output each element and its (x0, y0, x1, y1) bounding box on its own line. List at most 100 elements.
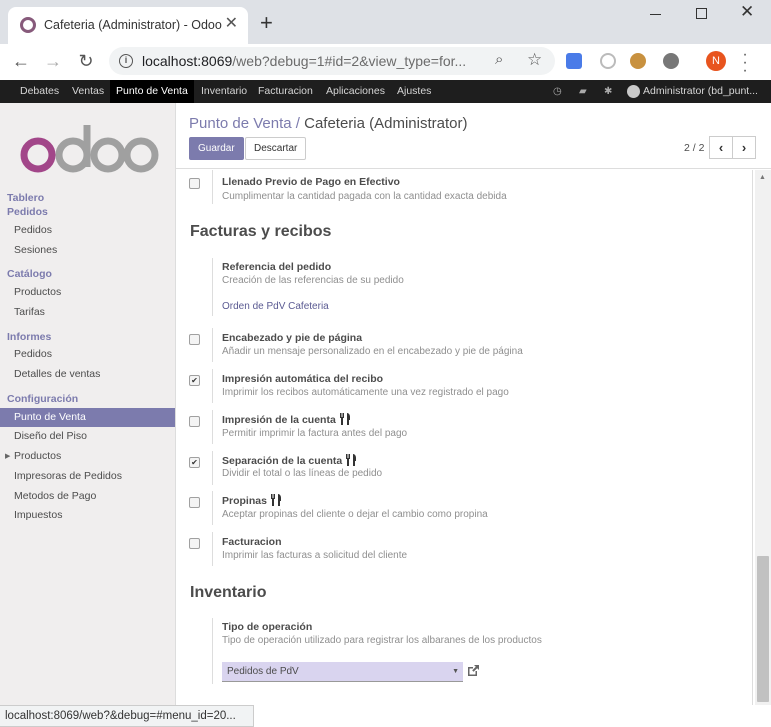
tipo-operacion-select[interactable]: Pedidos de PdV ▼ (222, 662, 463, 682)
sidebar-tablero[interactable]: Tablero (7, 192, 44, 204)
impresion-auto-title: Impresión automática del recibo (222, 373, 384, 385)
extension-icon[interactable] (663, 53, 679, 69)
sidebar-item-impuestos[interactable]: Impuestos (0, 506, 175, 525)
breadcrumb: Punto de Venta / Cafeteria (Administrato… (189, 115, 468, 132)
nav-debates[interactable]: Debates (20, 80, 59, 103)
tipo-operacion-value: Pedidos de PdV (227, 666, 299, 677)
sidebar-item-impresoras[interactable]: Impresoras de Pedidos (0, 467, 175, 486)
back-arrow-icon[interactable]: ← (9, 49, 33, 73)
browser-tab[interactable]: Cafeteria (Administrator) - Odoo ✕ (8, 7, 248, 44)
divider (212, 410, 213, 444)
content-scrollbar[interactable]: ▲ (755, 170, 771, 705)
pager-value: 2 / 2 (684, 142, 705, 154)
minimize-window-icon[interactable] (650, 6, 662, 20)
sidebar-item-metodos-pago[interactable]: Metodos de Pago (0, 487, 175, 506)
close-window-icon[interactable]: ✕ (740, 2, 754, 22)
site-info-icon[interactable]: i (119, 54, 133, 68)
save-button[interactable]: Guardar (189, 137, 244, 160)
sidebar-item-productos[interactable]: Productos (0, 283, 175, 302)
sidebar-item-tarifas[interactable]: Tarifas (0, 303, 175, 322)
nav-ventas[interactable]: Ventas (72, 80, 104, 103)
odoo-favicon-icon (20, 17, 36, 33)
pager-next-button[interactable]: › (732, 136, 756, 159)
impresion-cuenta-checkbox[interactable] (189, 416, 200, 427)
sidebar-item-informes-pedidos[interactable]: Pedidos (0, 345, 175, 364)
section-inventario: Inventario (190, 584, 267, 601)
new-tab-button[interactable]: + (260, 12, 273, 34)
scroll-up-arrow-icon[interactable]: ▲ (759, 174, 766, 181)
forward-arrow-icon[interactable]: → (41, 49, 65, 73)
impresion-auto-checkbox[interactable] (189, 375, 200, 386)
discard-button[interactable]: Descartar (245, 137, 307, 160)
impresion-auto-desc: Imprimir los recibos automáticamente una… (222, 387, 509, 398)
breadcrumb-parent-link[interactable]: Punto de Venta / (189, 115, 300, 132)
separacion-desc: Dividir el total o las líneas de pedido (222, 468, 383, 479)
divider (212, 491, 213, 525)
llenado-title: Llenado Previo de Pago en Efectivo (222, 176, 400, 188)
tab-title: Cafeteria (Administrator) - Odoo (44, 18, 222, 32)
sidebar-head-pedidos: Pedidos (7, 206, 48, 218)
encabezado-desc: Añadir un mensaje personalizado en el en… (222, 346, 523, 357)
url-text[interactable]: localhost:8069/web?debug=1#id=2&view_typ… (142, 53, 466, 69)
messages-icon[interactable]: ▰ (579, 86, 590, 97)
nav-ajustes[interactable]: Ajustes (397, 80, 431, 103)
translate-extension-icon[interactable] (566, 53, 582, 69)
sidebar-item-detalles-ventas[interactable]: Detalles de ventas (0, 365, 175, 384)
sidebar-item-diseno-piso[interactable]: Diseño del Piso (0, 427, 175, 446)
maximize-window-icon[interactable] (696, 8, 707, 19)
dropdown-caret-icon[interactable]: ▼ (452, 662, 459, 682)
odoo-logo[interactable] (20, 125, 160, 175)
reload-icon[interactable]: ↻ (74, 49, 98, 73)
address-bar[interactable]: i localhost:8069/web?debug=1#id=2&view_t… (109, 47, 555, 75)
sidebar-head-catalogo: Catálogo (7, 268, 52, 280)
activity-clock-icon[interactable]: ◷ (553, 86, 564, 97)
debug-bug-icon[interactable]: ✱ (604, 86, 615, 97)
facturacion-desc: Imprimir las facturas a solicitud del cl… (222, 550, 408, 561)
external-link-icon[interactable] (466, 664, 480, 678)
nav-facturacion[interactable]: Facturacion (258, 80, 313, 103)
referencia-title: Referencia del pedido (222, 261, 332, 273)
propinas-title: Propinas (222, 494, 282, 507)
scrollbar-thumb[interactable] (757, 556, 769, 702)
extension-icon[interactable] (600, 53, 616, 69)
divider (212, 170, 213, 204)
control-panel: Punto de Venta / Cafeteria (Administrato… (176, 103, 771, 169)
browser-menu-icon[interactable]: · · · (742, 47, 748, 79)
cookie-extension-icon[interactable] (630, 53, 646, 69)
sidebar: Tablero Pedidos Pedidos Sesiones Catálog… (0, 103, 176, 705)
llenado-desc: Cumplimentar la cantidad pagada con la c… (222, 191, 507, 202)
separacion-checkbox[interactable] (189, 457, 200, 468)
content-border (752, 170, 753, 705)
user-avatar[interactable] (627, 85, 640, 98)
divider (212, 369, 213, 403)
pager-previous-button[interactable]: ‹ (709, 136, 733, 159)
sidebar-item-sesiones[interactable]: Sesiones (0, 241, 175, 260)
close-tab-icon[interactable]: ✕ (225, 15, 238, 33)
nav-punto-de-venta[interactable]: Punto de Venta (110, 80, 194, 103)
llenado-checkbox[interactable] (189, 178, 200, 189)
impresion-cuenta-title: Impresión de la cuenta (222, 413, 351, 426)
bookmark-star-icon[interactable]: ☆ (527, 50, 542, 70)
sidebar-item-config-productos[interactable]: Productos (0, 447, 175, 466)
encabezado-title: Encabezado y pie de página (222, 332, 363, 344)
facturacion-title: Facturacion (222, 536, 282, 548)
referencia-desc: Creación de las referencias de su pedido (222, 275, 404, 286)
nav-inventario[interactable]: Inventario (201, 80, 247, 103)
sidebar-head-informes: Informes (7, 331, 52, 343)
encabezado-checkbox[interactable] (189, 334, 200, 345)
referencia-sequence-link[interactable]: Orden de PdV Cafeteria (222, 301, 329, 312)
section-facturas-recibos: Facturas y recibos (190, 223, 332, 240)
user-menu[interactable]: Administrator (bd_punt... (643, 80, 758, 103)
tipo-operacion-title: Tipo de operación (222, 621, 313, 633)
sidebar-item-punto-de-venta[interactable]: Punto de Venta (0, 408, 175, 427)
profile-avatar[interactable]: N (706, 51, 726, 71)
restaurant-cutlery-icon (346, 454, 357, 466)
divider (212, 258, 213, 316)
propinas-checkbox[interactable] (189, 497, 200, 508)
facturacion-checkbox[interactable] (189, 538, 200, 549)
propinas-desc: Aceptar propinas del cliente o dejar el … (222, 509, 488, 520)
zoom-icon[interactable]: ⌕ (495, 51, 503, 68)
browser-tab-bar: Cafeteria (Administrator) - Odoo ✕ + ✕ (0, 0, 771, 44)
nav-aplicaciones[interactable]: Aplicaciones (326, 80, 385, 103)
sidebar-item-pedidos[interactable]: Pedidos (0, 221, 175, 240)
